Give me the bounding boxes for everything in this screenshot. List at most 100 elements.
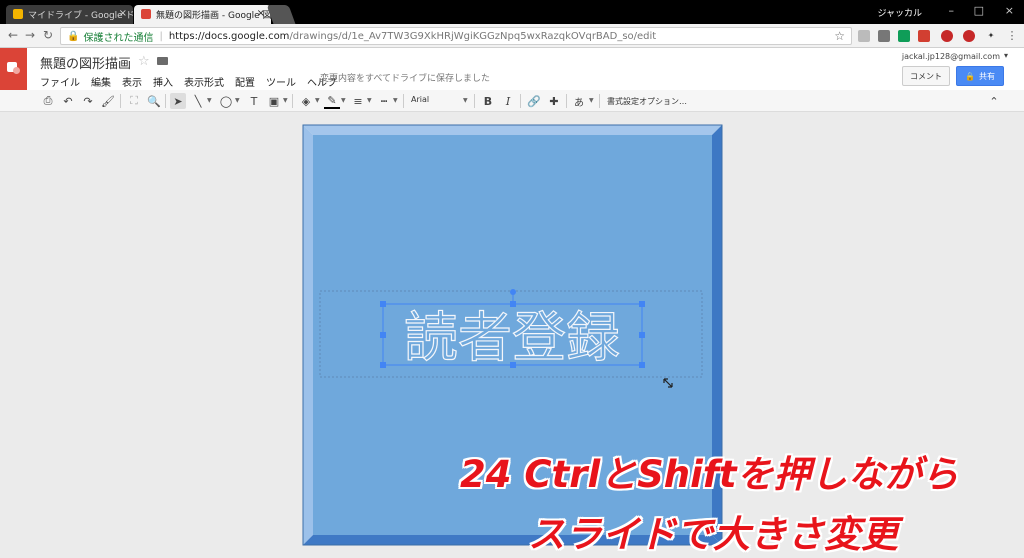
- menu-edit[interactable]: 編集: [91, 74, 111, 89]
- account-email[interactable]: jackal.jp128@gmail.com: [902, 52, 1000, 61]
- font-select[interactable]: Arial: [411, 95, 429, 104]
- tutorial-caption-line2: スライドで大きさ変更: [528, 513, 898, 556]
- folder-icon[interactable]: [157, 57, 168, 65]
- chevron-down-icon[interactable]: ▼: [207, 97, 212, 104]
- toolbar-divider: [120, 94, 121, 108]
- chevron-down-icon[interactable]: ▼: [463, 97, 468, 104]
- close-tab-icon[interactable]: ×: [257, 8, 265, 19]
- resize-handle[interactable]: [639, 332, 645, 338]
- chevron-down-icon[interactable]: ▼: [235, 97, 240, 104]
- logo-shape: [13, 67, 20, 74]
- menu-format[interactable]: 表示形式: [184, 74, 224, 89]
- menu-arrange[interactable]: 配置: [235, 74, 255, 89]
- reload-icon[interactable]: ↻: [43, 28, 53, 42]
- star-icon[interactable]: ☆: [138, 54, 150, 69]
- resize-handle[interactable]: [380, 362, 386, 368]
- border-weight-icon[interactable]: ≡: [350, 93, 366, 109]
- collapse-toolbar-icon[interactable]: ⌃: [986, 93, 1002, 109]
- drive-extension-icon[interactable]: [898, 30, 910, 42]
- comment-button[interactable]: コメント: [902, 66, 950, 86]
- resize-handle[interactable]: [380, 332, 386, 338]
- chevron-down-icon[interactable]: ▼: [341, 97, 346, 104]
- line-icon[interactable]: ╲: [190, 93, 206, 109]
- zoom-icon[interactable]: 🔍: [146, 93, 162, 109]
- chevron-down-icon[interactable]: ▼: [283, 97, 288, 104]
- url-input[interactable]: 🔒 保護された通信 | https://docs.google.com /dra…: [60, 27, 852, 45]
- extension-icon[interactable]: [918, 30, 930, 42]
- comment-label: コメント: [910, 71, 942, 81]
- chevron-down-icon[interactable]: ▼: [393, 97, 398, 104]
- border-color-icon[interactable]: ✎: [324, 93, 340, 109]
- back-icon[interactable]: ←: [8, 28, 18, 42]
- bevel-left-face: [303, 125, 313, 545]
- undo-icon[interactable]: ↶: [60, 93, 76, 109]
- shape-icon[interactable]: ◯: [218, 93, 234, 109]
- resize-handle[interactable]: [639, 362, 645, 368]
- tab-drawings[interactable]: 無題の図形描画 - Google 図形描画 ×: [134, 5, 271, 24]
- chrome-menu-icon[interactable]: ⋮: [1006, 30, 1018, 42]
- border-dash-icon[interactable]: ┅: [376, 93, 392, 109]
- zoom-fit-icon[interactable]: ⛶: [126, 93, 142, 109]
- canvas-workspace[interactable]: 読者登録 24 CtrlとShiftを押しながら スライドで大きさ変更: [0, 113, 1024, 556]
- format-options-button[interactable]: 書式設定オプション…: [607, 96, 687, 107]
- link-icon[interactable]: 🔗: [526, 93, 542, 109]
- lock-icon: 🔒: [965, 71, 975, 81]
- toolbar-divider: [165, 94, 166, 108]
- italic-icon[interactable]: I: [500, 93, 516, 109]
- extension-icon[interactable]: ✦: [985, 30, 997, 42]
- bold-icon[interactable]: B: [480, 93, 496, 109]
- chevron-down-icon[interactable]: ▼: [367, 97, 372, 104]
- drawings-logo-icon[interactable]: [0, 48, 27, 90]
- save-status: 変更内容をすべてドライブに保存しました: [320, 74, 491, 84]
- adblock-icon[interactable]: [963, 30, 975, 42]
- tutorial-caption-line1: 24 CtrlとShiftを押しながら: [460, 453, 959, 496]
- add-comment-icon[interactable]: ✚: [546, 93, 562, 109]
- extension-icon[interactable]: [858, 30, 870, 42]
- profile-name[interactable]: ジャッカル: [877, 6, 922, 19]
- resize-handle[interactable]: [380, 301, 386, 307]
- bookmark-star-icon[interactable]: ☆: [834, 29, 845, 43]
- window-close-icon[interactable]: ×: [1005, 4, 1014, 17]
- menu-insert[interactable]: 挿入: [153, 74, 173, 89]
- menu-view[interactable]: 表示: [122, 74, 142, 89]
- maximize-icon[interactable]: □: [974, 4, 984, 17]
- menu-tools[interactable]: ツール: [266, 74, 296, 89]
- menu-bar: ファイル 編集 表示 挿入 表示形式 配置 ツール ヘルプ: [40, 74, 348, 89]
- toolbar-divider: [292, 94, 293, 108]
- toolbar-divider: [520, 94, 521, 108]
- bevel-top-face: [303, 125, 722, 135]
- tab-google-drive[interactable]: マイドライブ - Google ドライブ ×: [6, 5, 133, 24]
- text-box-icon[interactable]: T: [246, 93, 262, 109]
- redo-icon[interactable]: ↷: [80, 93, 96, 109]
- forward-icon[interactable]: →: [25, 28, 35, 42]
- app-header: 無題の図形描画 ☆ ファイル 編集 表示 挿入 表示形式 配置 ツール ヘルプ …: [0, 48, 1024, 90]
- chevron-down-icon[interactable]: ▼: [315, 97, 320, 104]
- url-path: /drawings/d/1e_Av7TW3G9XkHRjWgiKGGzNpq5w…: [289, 30, 657, 42]
- shape-text[interactable]: 読者登録: [403, 305, 620, 369]
- fill-color-icon[interactable]: ◈: [298, 93, 314, 109]
- rotate-handle[interactable]: [510, 289, 516, 295]
- document-title[interactable]: 無題の図形描画: [40, 53, 131, 72]
- lock-icon: 🔒: [67, 30, 80, 42]
- resize-handle[interactable]: [510, 362, 516, 368]
- chevron-down-icon[interactable]: ▼: [589, 97, 594, 104]
- toolbar-divider: [599, 94, 600, 108]
- print-icon[interactable]: ⎙: [40, 93, 56, 109]
- resize-handle[interactable]: [510, 301, 516, 307]
- browser-tab-bar: マイドライブ - Google ドライブ × 無題の図形描画 - Google …: [0, 0, 1024, 24]
- image-icon[interactable]: ▣: [266, 93, 282, 109]
- menu-file[interactable]: ファイル: [40, 74, 80, 89]
- select-icon[interactable]: ➤: [170, 93, 186, 109]
- toolbar: ⎙ ↶ ↷ 🖌 ⛶ 🔍 ➤ ╲ ▼ ◯ ▼ T ▣ ▼ ◈ ▼ ✎ ▼ ≡ ▼ …: [0, 90, 1024, 112]
- drive-favicon-icon: [13, 9, 23, 19]
- share-button[interactable]: 🔒 共有: [956, 66, 1004, 86]
- extension-icon[interactable]: [878, 30, 890, 42]
- chevron-down-icon[interactable]: ▾: [1004, 51, 1008, 60]
- text-direction-icon[interactable]: あ: [571, 93, 587, 109]
- paint-format-icon[interactable]: 🖌: [100, 93, 116, 109]
- extension-icon[interactable]: [941, 30, 953, 42]
- minimize-icon[interactable]: –: [949, 4, 955, 17]
- resize-handle[interactable]: [639, 301, 645, 307]
- tab-label: マイドライブ - Google ドライブ: [28, 11, 133, 21]
- close-tab-icon[interactable]: ×: [119, 8, 127, 19]
